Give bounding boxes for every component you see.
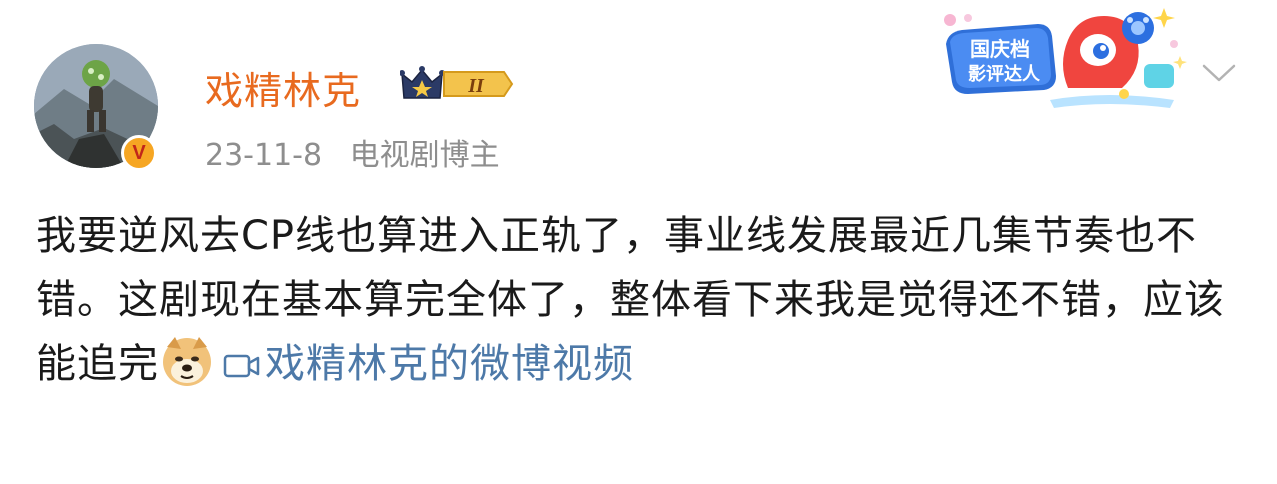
weibo-post: V 戏精林克 II 23-11-8 电视剧博主 国庆档 影评达人 我要逆风去CP… [0,0,1277,484]
verified-letter: V [132,142,146,164]
username[interactable]: 戏精林克 [205,60,361,115]
event-reviewer-badge[interactable]: 国庆档 影评达人 [938,4,1190,116]
author-tag: 电视剧博主 [349,138,500,173]
post-content: 我要逆风去CP线也算进入正轨了，事业线发展最近几集节奏也不错。这剧现在基本算完全… [36,204,1236,396]
doge-emoji-icon [161,335,213,387]
chevron-down-icon[interactable] [1198,58,1240,88]
crown-rank-badge-icon[interactable]: II [399,64,514,104]
video-camera-icon [223,336,261,378]
event-badge-line1: 国庆档 [970,37,1030,61]
event-badge-line2: 影评达人 [968,63,1041,85]
rank-level-text: II [467,75,485,97]
video-link-label: 戏精林克的微博视频 [265,341,634,387]
post-meta: 23-11-8 电视剧博主 [205,130,500,174]
video-link[interactable]: 戏精林克的微博视频 [215,341,634,387]
post-date[interactable]: 23-11-8 [205,138,322,173]
verified-badge-icon: V [121,135,157,171]
